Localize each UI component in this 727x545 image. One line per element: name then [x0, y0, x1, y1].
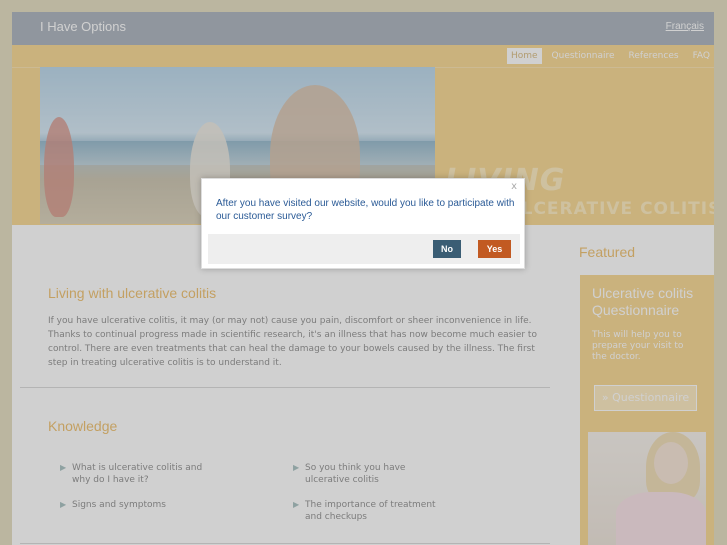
close-icon[interactable]: x: [511, 181, 517, 192]
modal-overlay[interactable]: [0, 0, 727, 545]
dialog-message: After you have visited our website, woul…: [216, 198, 515, 222]
no-button[interactable]: No: [433, 240, 461, 258]
yes-button[interactable]: Yes: [478, 240, 511, 258]
survey-dialog: x After you have visited our website, wo…: [201, 178, 525, 269]
dialog-footer: No Yes: [208, 234, 520, 264]
